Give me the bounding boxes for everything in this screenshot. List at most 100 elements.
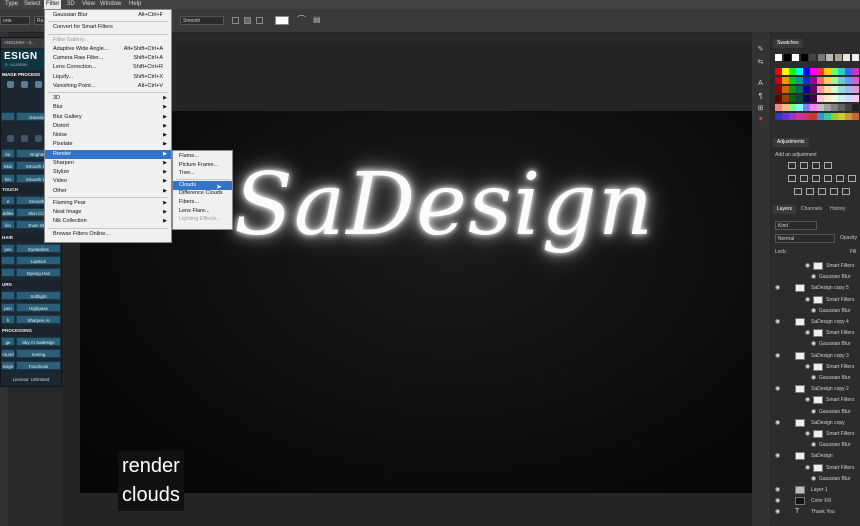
filter-item-stylize[interactable]: Stylize ▶ [45,168,171,177]
filter-item-flaming-pear[interactable]: Flaming Pear ▶ [45,199,171,208]
invert-adj-icon[interactable] [794,188,802,195]
plugin-button[interactable] [1,112,15,121]
selective-color-adj-icon[interactable] [842,188,850,195]
visibility-eye-icon[interactable]: ◉ [775,317,780,327]
swatch[interactable] [789,95,796,102]
swatch[interactable] [782,104,789,111]
visibility-eye-icon[interactable]: ◉ [775,283,780,293]
render-item-tree[interactable]: Tree... [173,169,232,178]
visibility-eye-icon[interactable]: ◉ [811,306,816,316]
swatch[interactable] [852,86,859,93]
swatch[interactable] [803,95,810,102]
visibility-eye-icon[interactable]: ◉ [805,395,810,405]
plugin-button[interactable] [1,256,15,265]
swatch[interactable] [831,113,838,120]
swatch[interactable] [817,54,825,61]
filter-item-blur-gallery[interactable]: Blur Gallery ▶ [45,113,171,122]
layer-row-gaussian-blur[interactable]: ◉ Gaussian Blur [771,474,860,484]
plugin-button[interactable]: kin [1,220,15,229]
swatch[interactable] [789,104,796,111]
visibility-eye-icon[interactable]: ◉ [775,418,780,428]
swatch[interactable] [845,104,852,111]
menu-type[interactable]: Type [3,0,20,9]
swatch[interactable] [852,68,859,75]
layer-row-layer-1[interactable]: ◉ Layer 1 [771,485,860,495]
swatch[interactable] [775,77,782,84]
layer-row-color-fill[interactable]: ◉ Color Fill [771,496,860,506]
visibility-eye-icon[interactable]: ◉ [775,507,780,517]
plugin-button[interactable]: Skin [1,161,15,170]
character-panel-icon[interactable]: ▤ [313,15,323,25]
visibility-eye-icon[interactable]: ◉ [805,295,810,305]
plugin-button[interactable]: round [1,349,15,358]
threshold-adj-icon[interactable] [818,188,826,195]
swatch[interactable] [809,54,816,61]
swatch[interactable] [824,86,831,93]
filter-item-browse-filters-online[interactable]: Browse Filters Online... [45,230,171,239]
menu-view[interactable]: View [80,0,97,9]
hue-adj-icon[interactable] [800,175,808,182]
swatch[interactable] [845,95,852,102]
font-family-dropdown[interactable]: oria [0,16,30,25]
swatch[interactable] [803,113,810,120]
swatch[interactable] [782,113,789,120]
bw-adj-icon[interactable] [824,175,832,182]
swatch[interactable] [845,77,852,84]
menu-help[interactable]: Help [127,0,143,9]
eyelashes-button[interactable]: Eyelashes [16,244,61,253]
visibility-eye-icon[interactable]: ◉ [805,463,810,473]
visibility-eye-icon[interactable]: ◉ [811,440,816,450]
plugin-button[interactable] [1,268,15,277]
swatch[interactable] [775,54,782,61]
layer-row-sadesign-copy-3[interactable]: ◉ SaDesign copy 3 [771,351,860,361]
plugin-button[interactable]: ddles [1,208,15,217]
layer-row-gaussian-blur[interactable]: ◉ Gaussian Blur [771,373,860,383]
plugin-button[interactable]: ge [1,337,15,346]
layer-row-gaussian-blur[interactable]: ◉ Gaussian Blur [771,272,860,282]
filter-item-camera-raw-filter[interactable]: Camera Raw Filter... Shift+Ctrl+A [45,54,171,63]
filter-item-other[interactable]: Other ▶ [45,187,171,196]
swatch[interactable] [782,95,789,102]
swatch[interactable] [845,113,852,120]
filter-item-blur[interactable]: Blur ▶ [45,103,171,112]
swatch[interactable] [810,104,817,111]
swatch[interactable] [817,95,824,102]
swatch[interactable] [782,77,789,84]
curves-adj-icon[interactable] [812,162,820,169]
swatch[interactable] [817,77,824,84]
swatch[interactable] [834,54,842,61]
swatch[interactable] [775,113,782,120]
visibility-eye-icon[interactable]: ◉ [805,261,810,271]
swatch[interactable] [810,68,817,75]
glyphs-icon[interactable]: ⊞ [756,104,765,113]
align-right-icon[interactable] [256,17,263,24]
swatch[interactable] [838,113,845,120]
align-center-icon[interactable] [244,17,251,24]
swatch[interactable] [817,68,824,75]
swatch[interactable] [852,77,859,84]
tab-layers[interactable]: Layers [773,205,797,214]
photo-filter-adj-icon[interactable] [836,175,844,182]
layer-row-gaussian-blur[interactable]: ◉ Gaussian Blur [771,407,860,417]
facebook-button[interactable]: Facebook [16,361,61,370]
swatch[interactable] [838,86,845,93]
filter-item-vanishing-point[interactable]: Vanishing Point... Alt+Ctrl+V [45,82,171,91]
layer-row-sadesign-copy-4[interactable]: ◉ SaDesign copy 4 [771,317,860,327]
swatch[interactable] [796,77,803,84]
ironing-button[interactable]: Ironing [16,349,61,358]
swatch[interactable] [789,86,796,93]
swatch[interactable] [843,54,850,61]
swatch[interactable] [803,77,810,84]
swatch[interactable] [824,113,831,120]
brush-settings-icon[interactable]: ✎ [756,45,765,54]
swatch[interactable] [838,95,845,102]
plugin-button[interactable]: e [1,196,15,205]
layer-row-smart-filters[interactable]: ◉ Smart Filters [771,429,860,439]
swatch[interactable] [817,113,824,120]
paragraph-icon[interactable]: ¶ [756,92,765,101]
filter-item-video[interactable]: Video ▶ [45,177,171,186]
posterize-adj-icon[interactable] [806,188,814,195]
layer-row-gaussian-blur[interactable]: ◉ Gaussian Blur [771,306,860,316]
tool-icon-7[interactable] [35,135,42,142]
swatch[interactable] [783,54,791,61]
